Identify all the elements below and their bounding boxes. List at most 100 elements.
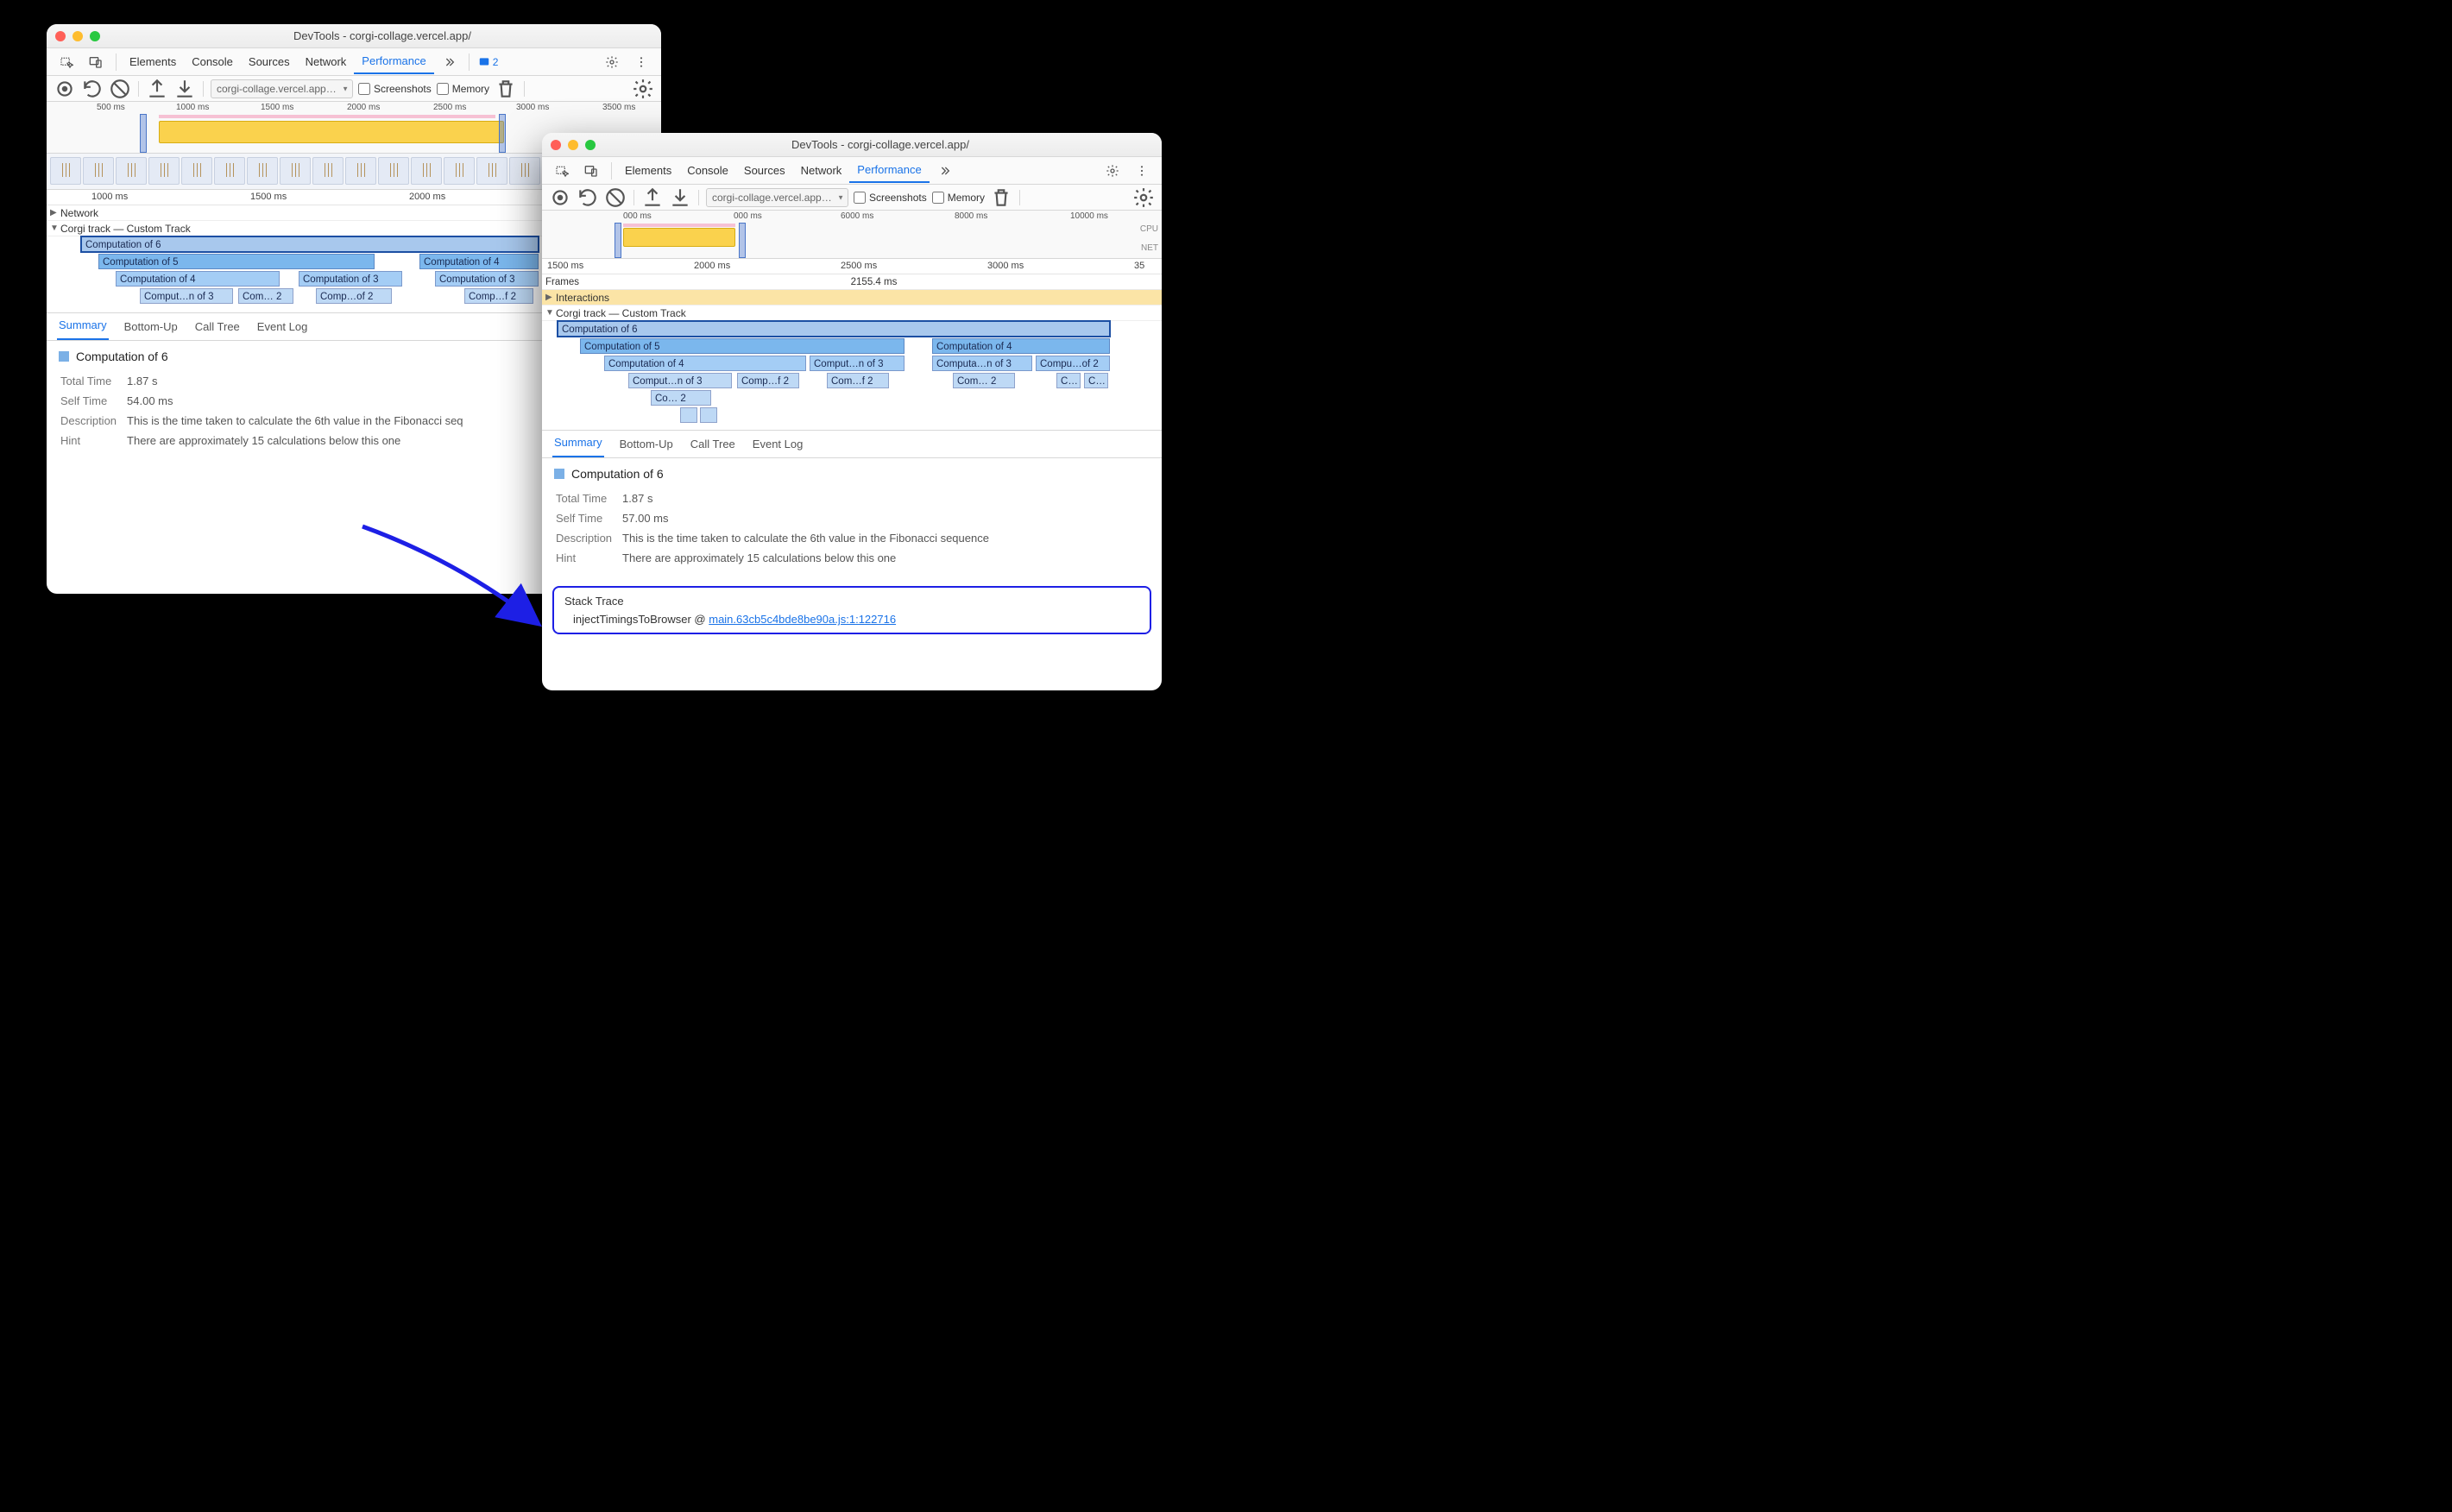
flame-bar[interactable]: Com…f 2 bbox=[827, 373, 889, 388]
tab-eventlog[interactable]: Event Log bbox=[751, 431, 805, 457]
more-tabs-icon[interactable] bbox=[434, 50, 463, 74]
flame-bar[interactable]: Comput…n of 3 bbox=[140, 288, 233, 304]
device-toggle-icon[interactable] bbox=[577, 159, 606, 183]
flame-bar[interactable]: Computation of 3 bbox=[435, 271, 539, 287]
track-interactions[interactable]: ▶Interactions bbox=[542, 290, 1162, 306]
screenshot-thumb[interactable] bbox=[116, 157, 147, 185]
upload-icon[interactable] bbox=[641, 186, 664, 209]
frames-row[interactable]: Frames 2155.4 ms bbox=[542, 274, 1162, 290]
flame-bar[interactable] bbox=[700, 407, 717, 423]
traffic-minimize-icon[interactable] bbox=[568, 140, 578, 150]
screenshot-thumb[interactable] bbox=[476, 157, 507, 185]
tab-sources[interactable]: Sources bbox=[736, 159, 793, 182]
flame-bar[interactable]: Comp…of 2 bbox=[316, 288, 392, 304]
download-icon[interactable] bbox=[669, 186, 691, 209]
reload-icon[interactable] bbox=[577, 186, 599, 209]
download-icon[interactable] bbox=[173, 78, 196, 100]
clear-icon[interactable] bbox=[109, 78, 131, 100]
flame-bar[interactable]: Comput…n of 3 bbox=[628, 373, 732, 388]
tab-console[interactable]: Console bbox=[679, 159, 736, 182]
flame-bar[interactable]: Computation of 5 bbox=[98, 254, 375, 269]
flame-bar[interactable]: Comp…f 2 bbox=[464, 288, 533, 304]
device-toggle-icon[interactable] bbox=[81, 50, 110, 74]
gc-icon[interactable] bbox=[495, 78, 517, 100]
tab-console[interactable]: Console bbox=[184, 50, 241, 73]
screenshot-thumb[interactable] bbox=[411, 157, 442, 185]
capture-settings-icon[interactable] bbox=[632, 78, 654, 100]
flame-bar[interactable]: Com… 2 bbox=[953, 373, 1015, 388]
overview-pane[interactable]: 000 ms 000 ms 6000 ms 8000 ms 10000 ms C… bbox=[542, 211, 1162, 259]
traffic-close-icon[interactable] bbox=[55, 31, 66, 41]
inspect-icon[interactable] bbox=[547, 159, 577, 183]
memory-checkbox[interactable]: Memory bbox=[932, 192, 985, 204]
flame-bar[interactable] bbox=[680, 407, 697, 423]
upload-icon[interactable] bbox=[146, 78, 168, 100]
tab-elements[interactable]: Elements bbox=[122, 50, 184, 73]
more-tabs-icon[interactable] bbox=[930, 159, 959, 183]
issues-badge[interactable]: 2 bbox=[478, 56, 499, 68]
tab-eventlog[interactable]: Event Log bbox=[255, 313, 310, 340]
tab-calltree[interactable]: Call Tree bbox=[193, 313, 242, 340]
screenshot-thumb[interactable] bbox=[280, 157, 311, 185]
settings-icon[interactable] bbox=[597, 50, 627, 74]
settings-icon[interactable] bbox=[1098, 159, 1127, 183]
overview-handle-right[interactable] bbox=[499, 114, 506, 153]
screenshot-thumb[interactable] bbox=[247, 157, 278, 185]
flame-bar[interactable]: Computation of 4 bbox=[116, 271, 280, 287]
traffic-zoom-icon[interactable] bbox=[585, 140, 596, 150]
gc-icon[interactable] bbox=[990, 186, 1012, 209]
screenshot-thumb[interactable] bbox=[83, 157, 114, 185]
flame-bar[interactable]: Computation of 4 bbox=[932, 338, 1110, 354]
record-icon[interactable] bbox=[549, 186, 571, 209]
traffic-close-icon[interactable] bbox=[551, 140, 561, 150]
flame-bar[interactable]: Compu…of 2 bbox=[1036, 356, 1110, 371]
screenshot-thumb[interactable] bbox=[509, 157, 540, 185]
capture-settings-icon[interactable] bbox=[1132, 186, 1155, 209]
flame-bar[interactable]: Computa…n of 3 bbox=[932, 356, 1032, 371]
traffic-zoom-icon[interactable] bbox=[90, 31, 100, 41]
record-icon[interactable] bbox=[54, 78, 76, 100]
tab-calltree[interactable]: Call Tree bbox=[689, 431, 737, 457]
tab-bottomup[interactable]: Bottom-Up bbox=[618, 431, 675, 457]
screenshot-thumb[interactable] bbox=[312, 157, 344, 185]
flame-bar[interactable]: C… bbox=[1056, 373, 1081, 388]
flame-bar[interactable]: Computation of 4 bbox=[604, 356, 806, 371]
flame-chart[interactable]: Computation of 6Computation of 5 Computat… bbox=[542, 321, 1162, 430]
tab-performance[interactable]: Performance bbox=[849, 158, 929, 183]
flame-bar[interactable]: Computation of 4 bbox=[419, 254, 539, 269]
tab-bottomup[interactable]: Bottom-Up bbox=[123, 313, 180, 340]
tab-elements[interactable]: Elements bbox=[617, 159, 679, 182]
flame-bar[interactable]: Com… 2 bbox=[238, 288, 293, 304]
overview-handle-right[interactable] bbox=[739, 223, 746, 258]
recording-select[interactable]: corgi-collage.vercel.app… bbox=[706, 188, 848, 207]
screenshot-thumb[interactable] bbox=[50, 157, 81, 185]
screenshots-checkbox[interactable]: Screenshots bbox=[854, 192, 927, 204]
overview-handle-left[interactable] bbox=[140, 114, 147, 153]
traffic-minimize-icon[interactable] bbox=[72, 31, 83, 41]
overview-handle-left[interactable] bbox=[615, 223, 621, 258]
tab-sources[interactable]: Sources bbox=[241, 50, 298, 73]
inspect-icon[interactable] bbox=[52, 50, 81, 74]
kebab-menu-icon[interactable] bbox=[1127, 159, 1157, 183]
tab-performance[interactable]: Performance bbox=[354, 49, 433, 74]
tab-network[interactable]: Network bbox=[298, 50, 355, 73]
clear-icon[interactable] bbox=[604, 186, 627, 209]
kebab-menu-icon[interactable] bbox=[627, 50, 656, 74]
flame-bar[interactable]: Computation of 6 bbox=[558, 321, 1110, 337]
stack-frame-link[interactable]: main.63cb5c4bde8be90a.js:1:122716 bbox=[709, 613, 896, 626]
flame-bar[interactable]: Computation of 3 bbox=[299, 271, 402, 287]
flame-bar[interactable]: Computation of 6 bbox=[81, 236, 539, 252]
tab-summary[interactable]: Summary bbox=[552, 429, 604, 457]
tab-summary[interactable]: Summary bbox=[57, 312, 109, 340]
screenshot-thumb[interactable] bbox=[444, 157, 475, 185]
screenshot-thumb[interactable] bbox=[345, 157, 376, 185]
flame-bar[interactable]: Computation of 5 bbox=[580, 338, 905, 354]
tab-network[interactable]: Network bbox=[793, 159, 850, 182]
screenshot-thumb[interactable] bbox=[148, 157, 180, 185]
screenshot-thumb[interactable] bbox=[181, 157, 212, 185]
track-corgi[interactable]: ▼Corgi track — Custom Track bbox=[542, 306, 1162, 321]
flame-bar[interactable]: Comput…n of 3 bbox=[810, 356, 905, 371]
screenshot-thumb[interactable] bbox=[378, 157, 409, 185]
flame-bar[interactable]: C… bbox=[1084, 373, 1108, 388]
recording-select[interactable]: corgi-collage.vercel.app… bbox=[211, 79, 353, 98]
